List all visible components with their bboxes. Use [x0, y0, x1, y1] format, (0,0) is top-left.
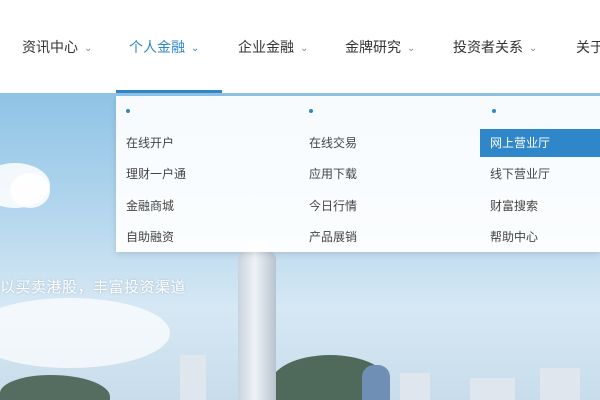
building	[540, 368, 580, 400]
menu-item-wealth-account[interactable]: 理财一户通	[126, 160, 186, 188]
menu-item-online-trading[interactable]: 在线交易	[309, 129, 357, 157]
nav-item-label: 关于	[576, 40, 600, 56]
menu-item-offline-branch[interactable]: 线下营业厅	[490, 160, 550, 188]
building	[180, 355, 206, 400]
chevron-down-icon: ⌄	[300, 42, 309, 54]
nav-item-label: 个人金融	[129, 40, 185, 56]
menu-item-product-showcase[interactable]: 产品展销	[309, 223, 357, 251]
dropdown-column: 网上营业厅 线下营业厅 财富搜索 帮助中心	[480, 96, 600, 252]
menu-item-online-branch[interactable]: 网上营业厅	[480, 129, 600, 157]
building	[362, 365, 390, 400]
nav-item-personal-finance[interactable]: 个人金融 ⌄	[129, 36, 199, 58]
chevron-down-icon: ⌄	[191, 42, 200, 54]
menu-item-app-download[interactable]: 应用下载	[309, 160, 357, 188]
nav-item-about[interactable]: 关于	[576, 36, 600, 58]
menu-item-wealth-search[interactable]: 财富搜索	[490, 192, 538, 220]
menu-item-market-today[interactable]: 今日行情	[309, 192, 357, 220]
nav-item-label: 资讯中心	[22, 40, 78, 56]
building	[470, 378, 515, 400]
hill	[0, 375, 110, 400]
nav-item-label: 金牌研究	[345, 40, 401, 56]
personal-finance-dropdown: 在线开户 理财一户通 金融商城 自助融资 在线交易 应用下载 今日行情 产品展销…	[116, 96, 600, 252]
menu-item-help-center[interactable]: 帮助中心	[490, 223, 538, 251]
cloud	[0, 298, 170, 368]
menu-item-self-financing[interactable]: 自助融资	[126, 223, 174, 251]
cloud	[10, 173, 50, 208]
menu-item-open-account[interactable]: 在线开户	[126, 129, 174, 157]
chevron-down-icon: ⌄	[529, 42, 538, 54]
nav-item-research[interactable]: 金牌研究 ⌄	[345, 36, 415, 58]
top-navigation: 资讯中心 ⌄ 个人金融 ⌄ 企业金融 ⌄ 金牌研究 ⌄ 投资者关系 ⌄ 关于	[0, 0, 600, 93]
building	[400, 373, 430, 400]
bullet-dot	[126, 109, 130, 113]
nav-item-news-center[interactable]: 资讯中心 ⌄	[22, 36, 92, 58]
bullet-dot	[309, 109, 313, 113]
chevron-down-icon: ⌄	[407, 42, 416, 54]
nav-item-label: 企业金融	[238, 40, 294, 56]
menu-item-finance-mall[interactable]: 金融商城	[126, 192, 174, 220]
dropdown-column: 在线开户 理财一户通 金融商城 自助融资	[116, 96, 301, 252]
nav-item-investor-relations[interactable]: 投资者关系 ⌄	[453, 36, 537, 58]
bullet-dot	[492, 109, 496, 113]
hero-tagline: 以买卖港股，丰富投资渠道	[0, 278, 187, 296]
nav-item-label: 投资者关系	[453, 40, 523, 56]
chevron-down-icon: ⌄	[84, 42, 93, 54]
nav-item-corporate-finance[interactable]: 企业金融 ⌄	[238, 36, 308, 58]
dropdown-column: 在线交易 应用下载 今日行情 产品展销	[298, 96, 478, 252]
skyscraper	[238, 250, 276, 400]
